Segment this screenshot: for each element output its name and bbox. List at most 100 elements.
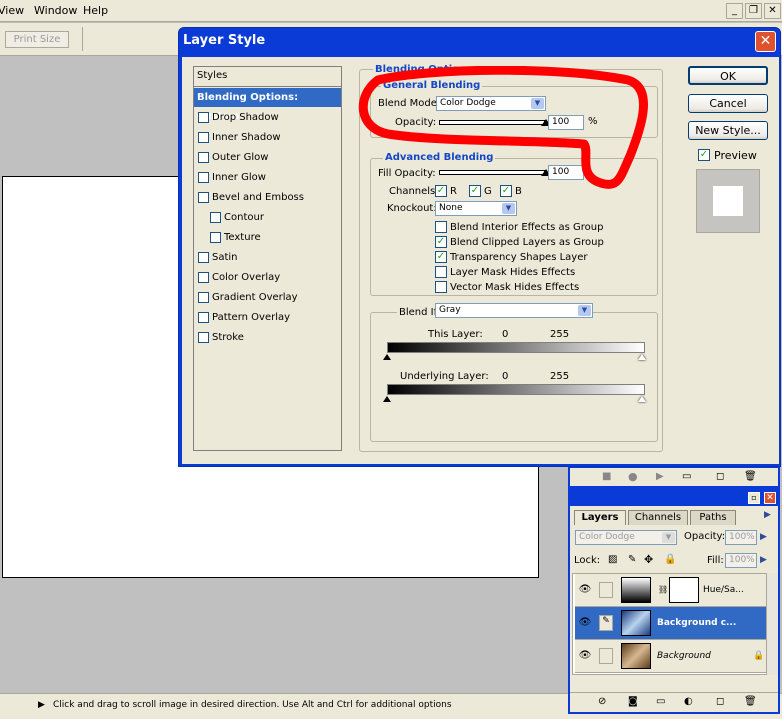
- style-checkbox[interactable]: [198, 132, 209, 143]
- chevron-down-icon: ▼: [662, 532, 675, 543]
- opacity-arrow-icon[interactable]: ▶: [760, 532, 767, 542]
- eye-icon[interactable]: 👁: [578, 617, 592, 629]
- advanced-option-checkbox[interactable]: ✓: [435, 236, 447, 248]
- palette-close-icon[interactable]: ✕: [764, 492, 776, 504]
- new-action-icon[interactable]: ◻: [716, 471, 724, 482]
- style-item-label: Gradient Overlay: [212, 292, 298, 303]
- new-style-button[interactable]: New Style...: [688, 121, 768, 140]
- layers-palette-titlebar[interactable]: ▫ ✕: [570, 490, 778, 506]
- restore-button[interactable]: ❐: [745, 3, 762, 19]
- tab-paths[interactable]: Paths: [690, 510, 736, 525]
- lock-image-icon[interactable]: ✎: [628, 554, 636, 565]
- link-box[interactable]: [599, 648, 613, 664]
- new-adjustment-icon[interactable]: ◐: [684, 696, 693, 707]
- style-checkbox[interactable]: [198, 312, 209, 323]
- options-divider: [82, 27, 83, 51]
- minimize-button[interactable]: _: [726, 3, 743, 19]
- underlying-black-slider[interactable]: [383, 396, 391, 402]
- layers-scrollbar[interactable]: [766, 573, 778, 675]
- add-mask-icon[interactable]: ◙: [628, 696, 638, 707]
- style-item[interactable]: Pattern Overlay: [194, 308, 341, 327]
- new-group-icon[interactable]: ▭: [656, 696, 665, 707]
- lock-transparent-icon[interactable]: ▨: [608, 554, 617, 565]
- styles-list: Styles Blending Options: Custom Drop Shad…: [193, 66, 342, 451]
- link-layers-icon[interactable]: ⊘: [598, 696, 606, 707]
- layer-blend-mode-select[interactable]: Color Dodge ▼: [575, 530, 677, 545]
- folder-icon[interactable]: ▭: [682, 471, 691, 482]
- style-item-label: Contour: [224, 212, 264, 223]
- brush-icon[interactable]: ✎: [599, 615, 613, 631]
- advanced-option-checkbox[interactable]: ✓: [435, 251, 447, 263]
- style-checkbox[interactable]: [198, 332, 209, 343]
- this-layer-max: 255: [550, 329, 570, 340]
- style-item-label: Bevel and Emboss: [212, 192, 304, 203]
- style-item[interactable]: Drop Shadow: [194, 108, 341, 127]
- style-item[interactable]: Gradient Overlay: [194, 288, 341, 307]
- layer-opacity-label: Opacity:: [684, 531, 726, 542]
- tab-layers[interactable]: Layers: [574, 510, 626, 525]
- style-checkbox[interactable]: [198, 172, 209, 183]
- knockout-select[interactable]: None ▼: [435, 201, 517, 216]
- dialog-close-button[interactable]: ✕: [755, 31, 776, 52]
- layer-name: Background: [657, 651, 711, 661]
- style-checkbox[interactable]: [198, 192, 209, 203]
- cancel-button[interactable]: Cancel: [688, 94, 768, 113]
- this-layer-white-slider[interactable]: [638, 354, 646, 360]
- eye-icon[interactable]: 👁: [578, 650, 592, 662]
- close-window-button[interactable]: ✕: [764, 3, 781, 19]
- style-item[interactable]: Bevel and Emboss: [194, 188, 341, 207]
- lock-all-icon[interactable]: 🔒: [664, 554, 676, 565]
- advanced-option-checkbox[interactable]: [435, 281, 447, 293]
- layer-opacity-field[interactable]: 100%: [725, 530, 757, 545]
- style-checkbox[interactable]: [198, 292, 209, 303]
- style-item[interactable]: Stroke: [194, 328, 341, 347]
- style-item[interactable]: Blending Options: Custom: [194, 88, 341, 122]
- blend-if-select[interactable]: Gray ▼: [435, 303, 593, 318]
- menu-help[interactable]: Help: [83, 4, 108, 17]
- styles-header[interactable]: Styles: [194, 67, 341, 87]
- underlying-white-slider[interactable]: [638, 396, 646, 402]
- style-checkbox[interactable]: [198, 272, 209, 283]
- advanced-option-checkbox[interactable]: [435, 266, 447, 278]
- style-checkbox[interactable]: [210, 232, 221, 243]
- style-item[interactable]: Contour: [194, 208, 341, 227]
- record-icon[interactable]: ●: [628, 470, 638, 483]
- ok-button[interactable]: OK: [688, 66, 768, 85]
- layer-fill-field[interactable]: 100%: [725, 553, 757, 568]
- trash-icon[interactable]: 🗑: [744, 471, 757, 482]
- print-size-button[interactable]: Print Size: [5, 31, 69, 48]
- style-checkbox[interactable]: [198, 252, 209, 263]
- palette-menu-icon[interactable]: ▶: [764, 510, 771, 520]
- style-checkbox[interactable]: [210, 212, 221, 223]
- style-item[interactable]: Satin: [194, 248, 341, 267]
- this-layer-black-slider[interactable]: [383, 354, 391, 360]
- fill-arrow-icon[interactable]: ▶: [760, 555, 767, 565]
- preview-checkbox[interactable]: ✓: [698, 149, 710, 161]
- lock-label: Lock:: [574, 555, 601, 566]
- palette-minimize-icon[interactable]: ▫: [748, 492, 760, 504]
- style-item[interactable]: Inner Glow: [194, 168, 341, 187]
- link-box[interactable]: [599, 582, 613, 598]
- advanced-option-checkbox[interactable]: [435, 221, 447, 233]
- lock-position-icon[interactable]: ✥: [644, 553, 653, 566]
- style-checkbox[interactable]: [198, 152, 209, 163]
- layer-row-hue-sat[interactable]: 👁 ⛓ Hue/Sa...: [575, 574, 767, 607]
- stop-icon[interactable]: ■: [602, 471, 611, 482]
- eye-icon[interactable]: 👁: [578, 584, 592, 596]
- style-item[interactable]: Color Overlay: [194, 268, 341, 287]
- new-layer-icon[interactable]: ◻: [716, 696, 724, 707]
- layer-row-background-copy[interactable]: 👁 ✎ Background c...: [575, 607, 767, 640]
- style-item[interactable]: Inner Shadow: [194, 128, 341, 147]
- play-action-icon[interactable]: ▶: [656, 471, 664, 482]
- adjustment-layer-thumbnail: [621, 577, 651, 603]
- play-icon[interactable]: ▶: [38, 700, 45, 710]
- underlying-layer-label: Underlying Layer:: [400, 371, 489, 382]
- style-item[interactable]: Texture: [194, 228, 341, 247]
- menu-view[interactable]: View: [0, 4, 24, 17]
- style-checkbox[interactable]: [198, 112, 209, 123]
- menu-window[interactable]: Window: [34, 4, 77, 17]
- delete-layer-icon[interactable]: 🗑: [744, 696, 757, 707]
- layer-row-background[interactable]: 👁 Background 🔒: [575, 640, 767, 673]
- style-item[interactable]: Outer Glow: [194, 148, 341, 167]
- tab-channels[interactable]: Channels: [628, 510, 688, 525]
